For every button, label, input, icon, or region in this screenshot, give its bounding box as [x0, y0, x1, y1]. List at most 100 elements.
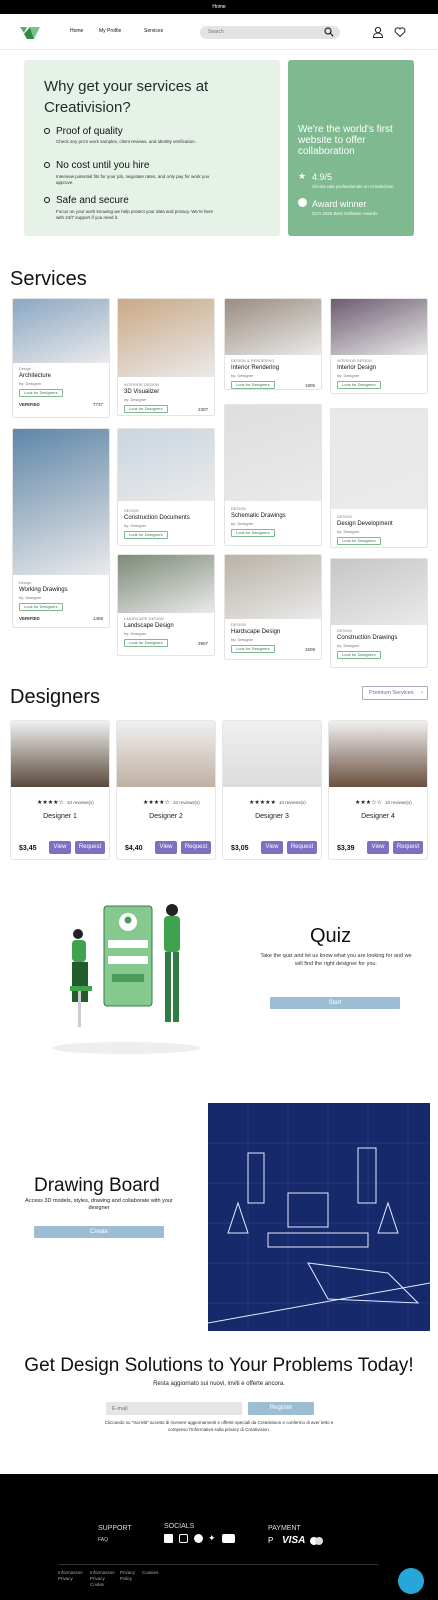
look-for-designers-button[interactable]: Look for Designers [337, 651, 381, 659]
service-card[interactable]: Design Working Drawings by: Designer Look f… [12, 428, 110, 628]
designer-reviews: 10 reviews(s) [385, 800, 412, 805]
designer-photo [223, 721, 321, 787]
designer-name: Designer 1 [43, 813, 77, 820]
service-category: DESIGN [337, 515, 352, 519]
designer-card[interactable]: ★★★☆☆ 10 reviews(s) Designer 4 $3,39 View Req… [328, 720, 428, 860]
footer-bottom-col-4[interactable]: Cookies [142, 1570, 158, 1576]
designer-card[interactable]: ★★★★☆ 10 reviews(s) Designer 1 $3,45 View Req… [10, 720, 110, 860]
look-for-designers-button[interactable]: Look for Designers [19, 389, 63, 397]
look-for-designers-button[interactable]: Look for Designers [231, 529, 275, 537]
service-category: INTERIOR DESIGN [337, 359, 372, 363]
award-icon [298, 198, 307, 207]
service-card[interactable]: Design Architecture by: Designer Look for D… [12, 298, 110, 418]
service-image [118, 299, 214, 377]
register-button[interactable]: Register [248, 1402, 314, 1415]
footer-socials-heading: SOCIALS [164, 1523, 195, 1530]
service-title: Hardscape Design [231, 629, 281, 635]
premium-services-button[interactable]: Premium Services › [362, 686, 428, 700]
twitter-icon[interactable]: ✦ [208, 1533, 216, 1544]
services-heading: Services [10, 268, 87, 290]
look-for-designers-button[interactable]: Look for Designers [231, 645, 275, 653]
heart-icon[interactable] [394, 26, 406, 38]
look-for-designers-button[interactable]: Look for Designers [337, 537, 381, 545]
verified-badge: VERIFIED [19, 402, 40, 407]
designer-reviews: 10 reviews(s) [173, 800, 200, 805]
look-for-designers-button[interactable]: Look for Designers [124, 531, 168, 539]
service-title: Schematic Drawings [231, 513, 286, 519]
service-card[interactable]: INTERIOR DESIGN Interior Design by: Design… [330, 298, 428, 394]
search-input[interactable] [200, 26, 340, 39]
youtube-icon[interactable] [222, 1534, 235, 1543]
nav-link-profile[interactable]: My Profile [99, 28, 121, 34]
designer-price: $3,05 [231, 845, 249, 852]
footer-link-faq[interactable]: FAQ [98, 1537, 108, 1543]
quiz-title: Quiz [310, 925, 352, 947]
view-button[interactable]: View [261, 841, 283, 854]
look-for-designers-button[interactable]: Look for Designers [231, 381, 275, 389]
nav-link-services[interactable]: Services [144, 28, 163, 34]
designer-card[interactable]: ★★★★☆ 10 reviews(s) Designer 2 $4,40 View Req… [116, 720, 216, 860]
footer-divider [58, 1564, 378, 1565]
star-icon: ★ [298, 171, 307, 181]
service-image [13, 299, 109, 363]
footer-bottom-link[interactable]: Cookies [142, 1570, 158, 1576]
email-input[interactable] [106, 1402, 242, 1415]
designer-reviews: 10 reviews(s) [67, 800, 94, 805]
look-for-designers-button[interactable]: Look for Designers [337, 381, 381, 389]
service-image [331, 559, 427, 625]
service-card[interactable]: DESIGN Design Development by: Designer Look… [330, 408, 428, 548]
drawing-board-title: Drawing Board [34, 1175, 160, 1196]
mastercard-icon-circle [315, 1537, 323, 1545]
logo-icon[interactable] [20, 26, 40, 40]
rating-subtitle: Clients rate professionals on Creativisi… [312, 184, 394, 189]
request-button[interactable]: Request [181, 841, 211, 854]
footer-bottom-link[interactable]: Policy [120, 1576, 135, 1582]
footer-bottom-col-2[interactable]: Informazioni Privacy Cookie [90, 1570, 115, 1588]
facebook-icon[interactable] [164, 1534, 173, 1543]
look-for-designers-button[interactable]: Look for Designers [124, 639, 168, 647]
view-button[interactable]: View [155, 841, 177, 854]
request-button[interactable]: Request [393, 841, 423, 854]
premium-services-label: Premium Services [369, 690, 414, 696]
look-for-designers-button[interactable]: Look for Designers [124, 405, 168, 413]
quiz-start-button[interactable]: Start [270, 997, 400, 1009]
top-bar-text: Home [212, 4, 226, 10]
designer-photo [117, 721, 215, 787]
designer-price: $4,40 [125, 845, 143, 852]
designer-card[interactable]: ★★★★★ 10 reviews(s) Designer 3 $3,05 View Req… [222, 720, 322, 860]
service-image [331, 299, 427, 355]
footer-bottom-col-3[interactable]: Privacy Policy [120, 1570, 135, 1582]
service-title: Construction Drawings [337, 635, 398, 641]
service-card[interactable]: DESIGN & RENDERING Interior Rendering by: … [224, 298, 322, 390]
service-card[interactable]: DESIGN Construction Drawings by: Designer L… [330, 558, 428, 668]
cta-title: Get Design Solutions to Your Problems To… [24, 1355, 414, 1376]
footer-bottom-link[interactable]: Cookie [90, 1582, 115, 1588]
look-for-designers-button[interactable]: Look for Designers [19, 603, 63, 611]
search-icon[interactable] [324, 27, 334, 37]
check-icon [44, 162, 50, 168]
instagram-icon[interactable] [179, 1534, 188, 1543]
benefit-title-quality: Proof of quality [56, 126, 123, 137]
service-designer: by: Designer [19, 595, 42, 600]
service-card[interactable]: DESIGN Hardscape Design by: Designer Look f… [224, 554, 322, 660]
service-category: DESIGN [231, 507, 246, 511]
request-button[interactable]: Request [287, 841, 317, 854]
chat-button[interactable] [398, 1568, 424, 1594]
service-category: Design [19, 581, 32, 585]
footer-bottom-col-1[interactable]: Informazioni Privacy [58, 1570, 83, 1582]
service-card[interactable]: DESIGN Construction Documents by: Designer… [117, 428, 215, 546]
service-card[interactable]: INTERIOR DESIGN 3D Visualizer by: Designer… [117, 298, 215, 416]
view-button[interactable]: View [367, 841, 389, 854]
service-category: LANDSCAPE DESIGN [124, 617, 164, 621]
view-button[interactable]: View [49, 841, 71, 854]
request-button[interactable]: Request [75, 841, 105, 854]
service-card[interactable]: DESIGN Schematic Drawings by: Designer Look… [224, 404, 322, 546]
service-card[interactable]: LANDSCAPE DESIGN Landscape Design by: Desi… [117, 554, 215, 656]
drawing-board-create-button[interactable]: Create [34, 1226, 164, 1238]
user-icon[interactable] [372, 26, 384, 38]
footer-bottom-link[interactable]: Privacy [58, 1576, 83, 1582]
rating-stars-icon: ★★★★☆ [37, 800, 64, 806]
pinterest-icon[interactable] [194, 1534, 203, 1543]
nav-link-home[interactable]: Home [70, 28, 83, 34]
service-designer: by: Designer [19, 381, 42, 386]
